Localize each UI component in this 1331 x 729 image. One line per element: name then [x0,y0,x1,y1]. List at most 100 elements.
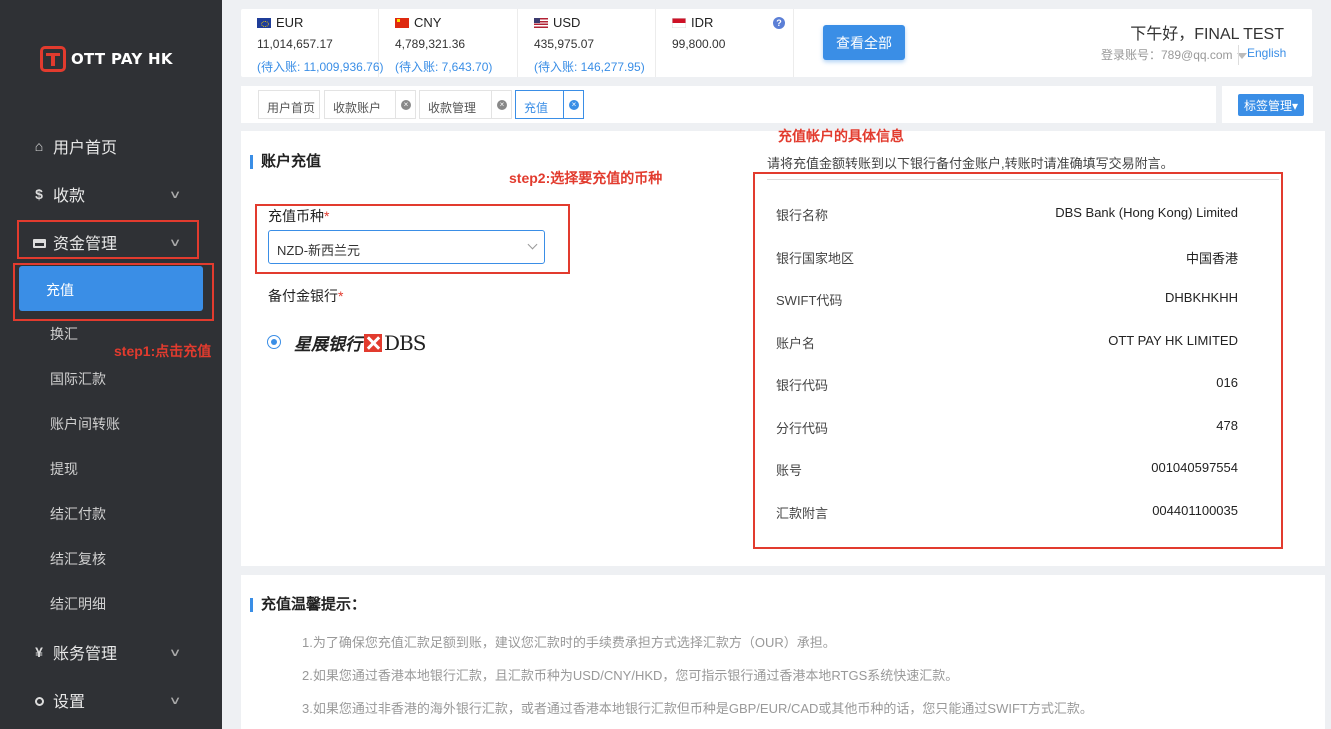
bank-name-cn: 星展银行 [294,335,362,355]
currency-pending: (待入账: 11,009,936.76) [257,60,384,74]
search-icon [32,692,46,708]
info-row: 账户名 OTT PAY HK LIMITED [776,333,1238,353]
logo: OTT PAY HK [40,46,173,72]
info-label: 分行代码 [776,421,829,436]
annotation-step1: step1:点击充值 [114,343,212,359]
info-row: 银行名称 DBS Bank (Hong Kong) Limited [776,205,1238,225]
tab-bar: 用户首页 收款账户 × 收款管理 × 充值 × [241,86,1216,123]
info-row: SWIFT代码 DHBKHKHH [776,290,1238,310]
home-icon: ⌂ [34,138,44,154]
info-row: 汇款附言 004401100035 [776,503,1238,523]
info-value: DHBKHKHH [1165,290,1238,305]
annotation-box-account-info [753,172,1283,549]
dbs-logo: 星展银行 DBS [294,330,426,356]
sidebar-subitem-fx-review[interactable]: 结汇复核 [0,539,222,579]
info-label: 账户名 [776,336,816,351]
sidebar-subitem-label: 换汇 [50,326,78,342]
tab-collection-manage[interactable]: 收款管理 × [419,90,512,119]
sidebar-item-settings[interactable]: 设置 ∨ [0,680,222,720]
currency-amount: 11,014,657.17 [257,37,333,51]
tab-close-button[interactable]: × [395,91,415,118]
currency-amount: 99,800.00 [672,37,726,51]
currency-code: EUR [276,15,304,30]
tip-item: 2.如果您通过香港本地银行汇款，且汇款币种为USD/CNY/HKD，您可指示银行… [302,668,959,683]
sidebar-subitem-label: 账户间转账 [50,416,120,432]
sidebar-item-label: 设置 [53,694,86,711]
info-label: 账号 [776,463,803,478]
currency-card-eur[interactable]: EUR 11,014,657.17 (待入账: 11,009,936.76) [241,9,384,77]
sidebar-subitem-label: 结汇复核 [50,551,106,567]
tab-label: 收款管理 [428,101,477,115]
sidebar-subitem-fx-pay[interactable]: 结汇付款 [0,494,222,534]
tab-collection-account[interactable]: 收款账户 × [324,90,416,119]
annotation-box-recharge [13,263,214,321]
currency-amount: 4,789,321.36 [395,37,466,51]
tag-manage-bar: 标签管理▾ [1222,86,1313,123]
account-info-note: 请将充值金额转账到以下银行备付金账户,转账时请准确填写交易附言。 [767,156,1174,171]
tip-item: 3.如果您通过非香港的海外银行汇款，或者通过香港本地银行汇款但币种是GBP/EU… [302,701,1093,716]
close-icon: × [497,100,507,110]
chevron-down-icon: ∨ [168,188,182,201]
sidebar-subitem-fx-detail[interactable]: 结汇明细 [0,584,222,624]
info-value: 004401100035 [1152,503,1238,518]
sidebar: OTT PAY HK ⌂ 用户首页 $ 收款 ∨ 资金管理 ∨ 充值 换汇 国际… [0,0,222,729]
info-value: OTT PAY HK LIMITED [1108,333,1238,348]
info-value: DBS Bank (Hong Kong) Limited [1055,205,1238,220]
currency-amount: 435,975.07 [534,37,595,51]
tab-close-button[interactable]: × [491,91,511,118]
tab-label: 充值 [524,101,549,115]
bank-name-en: DBS [384,330,426,355]
currency-pending: (待入账: 146,277.95) [534,60,645,74]
info-row: 分行代码 478 [776,418,1238,438]
sidebar-item-collection[interactable]: $ 收款 ∨ [0,174,222,214]
greeting: 下午好，FINAL TEST [1130,26,1284,43]
cn-flag-icon [395,17,409,28]
tag-manage-button[interactable]: 标签管理▾ [1238,94,1304,116]
currency-code: CNY [414,15,442,30]
logo-icon [40,46,66,72]
chevron-down-icon: ∨ [168,694,182,707]
bank-field-label: 备付金银行* [268,286,343,306]
bank-radio-dbs[interactable] [267,335,281,349]
close-icon: × [569,100,579,110]
tab-recharge[interactable]: 充值 × [515,90,584,119]
required-mark: * [338,288,344,304]
yen-icon: ¥ [35,644,43,660]
info-label: 银行代码 [776,378,829,393]
help-icon[interactable]: ? [773,17,785,29]
sidebar-subitem-transfer[interactable]: 账户间转账 [0,404,222,444]
dbs-x-icon [364,333,382,352]
tab-close-button[interactable]: × [563,91,583,118]
annotation-box-currency [255,204,570,274]
sidebar-item-accounting[interactable]: ¥ 账务管理 ∨ [0,632,222,672]
info-label: 银行国家地区 [776,251,855,266]
tip-item: 1.为了确保您充值汇款足额到账，建议您汇款时的手续费承担方式选择汇款方（OUR）… [302,635,836,650]
chevron-down-icon: ∨ [168,646,182,659]
view-all-button[interactable]: 查看全部 [823,25,905,60]
info-row: 银行代码 016 [776,375,1238,395]
us-flag-icon [534,17,548,28]
sidebar-subitem-withdraw[interactable]: 提现 [0,449,222,489]
currency-card-cny[interactable]: CNY 4,789,321.36 (待入账: 7,643.70) [379,9,518,77]
sidebar-subitem-label: 结汇明细 [50,596,106,612]
label-text: 备付金银行 [268,288,338,304]
sidebar-subitem-label: 国际汇款 [50,371,106,387]
currency-code: USD [553,15,581,30]
login-account: 登录账号：789@qq.com [1101,48,1233,62]
info-value: 478 [1216,418,1238,433]
sidebar-item-home[interactable]: ⌂ 用户首页 [0,126,222,166]
tab-label: 收款账户 [333,101,382,115]
annotation-info-title: 充值帐户的具体信息 [778,128,904,144]
tab-home[interactable]: 用户首页 [258,90,320,119]
info-value: 中国香港 [1185,251,1238,266]
login-account-dropdown[interactable]: 登录账号：789@qq.com [1101,46,1247,63]
sidebar-item-label: 账务管理 [53,646,118,663]
sidebar-item-label: 用户首页 [53,140,118,157]
info-label: 银行名称 [776,208,829,223]
language-switch[interactable]: English [1238,45,1294,65]
id-flag-icon [672,17,686,28]
currency-card-usd[interactable]: USD 435,975.07 (待入账: 146,277.95) [518,9,656,77]
sidebar-subitem-intl-remit[interactable]: 国际汇款 [0,359,222,399]
sidebar-subitem-label: 提现 [50,461,78,477]
sidebar-subitem-label: 结汇付款 [50,506,106,522]
